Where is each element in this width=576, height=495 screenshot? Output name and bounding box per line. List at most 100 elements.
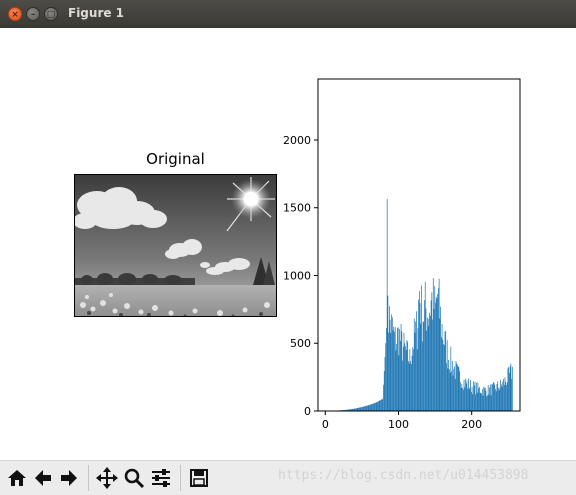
histogram-bar bbox=[468, 389, 470, 411]
home-icon bbox=[8, 470, 26, 486]
back-arrow-icon bbox=[35, 470, 51, 486]
histogram-bar bbox=[496, 384, 498, 411]
histogram-bar bbox=[432, 278, 434, 411]
histogram-bar bbox=[492, 382, 494, 411]
y-tick-label: 500 bbox=[290, 337, 311, 350]
window-titlebar: × – □ Figure 1 bbox=[0, 0, 576, 28]
histogram-bar bbox=[424, 281, 426, 411]
histogram-bar bbox=[377, 401, 379, 411]
histogram-bar bbox=[381, 399, 383, 411]
histogram-bar bbox=[492, 384, 493, 411]
histogram-bar bbox=[437, 294, 439, 411]
histogram-bar bbox=[468, 378, 469, 411]
x-axis-ticks: 0 100 200 bbox=[322, 411, 482, 431]
histogram-bar bbox=[495, 389, 496, 411]
histogram-bar bbox=[386, 328, 387, 411]
histogram-bar bbox=[380, 400, 381, 411]
histogram-bars bbox=[326, 198, 513, 411]
histogram-bar bbox=[444, 331, 446, 411]
histogram-bar bbox=[465, 378, 466, 411]
histogram-bar bbox=[436, 298, 438, 411]
histogram-bar bbox=[411, 355, 413, 411]
toolbar-separator bbox=[180, 465, 181, 491]
histogram-bar bbox=[486, 396, 488, 411]
histogram-bar bbox=[389, 319, 391, 411]
histogram-bar bbox=[407, 341, 409, 411]
pan-button[interactable] bbox=[95, 466, 119, 490]
histogram-bar bbox=[473, 381, 474, 411]
histogram-bar bbox=[426, 330, 428, 411]
histogram-bar bbox=[441, 324, 443, 411]
histogram-bar bbox=[474, 381, 476, 411]
histogram-bar bbox=[462, 389, 464, 411]
histogram-bar bbox=[361, 406, 363, 411]
histogram-bar bbox=[388, 332, 389, 411]
histogram-bar bbox=[391, 317, 393, 411]
histogram-bar bbox=[431, 292, 433, 411]
histogram-bar bbox=[390, 333, 392, 411]
histogram-bar bbox=[482, 395, 484, 411]
pan-icon bbox=[96, 467, 118, 489]
y-tick-label: 2000 bbox=[283, 134, 311, 147]
minimize-window-button[interactable]: – bbox=[26, 7, 40, 21]
histogram-bar bbox=[405, 346, 406, 411]
histogram-bar bbox=[449, 372, 451, 411]
histogram-bar bbox=[380, 399, 382, 411]
histogram-bar bbox=[449, 369, 450, 411]
zoom-button[interactable] bbox=[122, 466, 146, 490]
configure-subplots-button[interactable] bbox=[149, 466, 173, 490]
histogram-bar bbox=[402, 360, 403, 411]
histogram-bar bbox=[415, 321, 417, 411]
histogram-bar bbox=[497, 381, 499, 411]
histogram-bar bbox=[485, 390, 487, 411]
histogram-bar bbox=[428, 318, 430, 411]
histogram-bar bbox=[432, 319, 433, 411]
maximize-window-button[interactable]: □ bbox=[44, 7, 58, 21]
histogram-bar bbox=[378, 400, 380, 411]
histogram-bar bbox=[409, 349, 411, 411]
home-button[interactable] bbox=[5, 466, 29, 490]
histogram-bar bbox=[399, 340, 401, 411]
histogram-bar bbox=[425, 308, 427, 411]
forward-button[interactable] bbox=[57, 466, 81, 490]
histogram-bar bbox=[429, 312, 430, 411]
histogram-bar bbox=[367, 405, 368, 411]
histogram-bar bbox=[372, 403, 373, 411]
close-window-button[interactable]: × bbox=[8, 7, 22, 21]
histogram-bar bbox=[490, 395, 492, 411]
histogram-bar bbox=[421, 341, 423, 411]
histogram-bar bbox=[458, 367, 460, 411]
histogram-bar bbox=[442, 339, 444, 411]
zoom-icon bbox=[124, 468, 145, 489]
histogram-bar bbox=[385, 343, 387, 411]
histogram-bar bbox=[388, 306, 390, 411]
histogram-bar bbox=[472, 394, 474, 411]
histogram-bar bbox=[394, 327, 396, 411]
histogram-bar bbox=[359, 407, 361, 411]
histogram-bar bbox=[391, 314, 392, 411]
histogram-bar bbox=[421, 285, 422, 411]
histogram-bar bbox=[378, 401, 379, 411]
save-button[interactable] bbox=[187, 466, 211, 490]
histogram-bar bbox=[438, 278, 440, 411]
histogram-bar bbox=[435, 296, 437, 411]
histogram-bar bbox=[427, 326, 429, 411]
histogram-bar bbox=[435, 302, 436, 411]
histogram-bar bbox=[405, 350, 407, 411]
histogram-bar bbox=[476, 382, 477, 411]
histogram-bar bbox=[478, 388, 480, 411]
histogram-bar bbox=[384, 357, 386, 411]
histogram-bar bbox=[358, 407, 360, 411]
histogram-bar bbox=[365, 405, 367, 411]
y-tick-label: 0 bbox=[304, 405, 311, 418]
histogram-bar bbox=[439, 318, 441, 411]
histogram-bar bbox=[509, 366, 511, 411]
histogram-bar bbox=[363, 406, 365, 411]
back-button[interactable] bbox=[31, 466, 55, 490]
window-title: Figure 1 bbox=[68, 6, 125, 20]
histogram-bar bbox=[503, 384, 505, 411]
histogram-bar bbox=[500, 379, 501, 411]
histogram-bar bbox=[447, 368, 449, 411]
histogram-bar bbox=[511, 366, 513, 411]
histogram-bar bbox=[502, 381, 504, 411]
